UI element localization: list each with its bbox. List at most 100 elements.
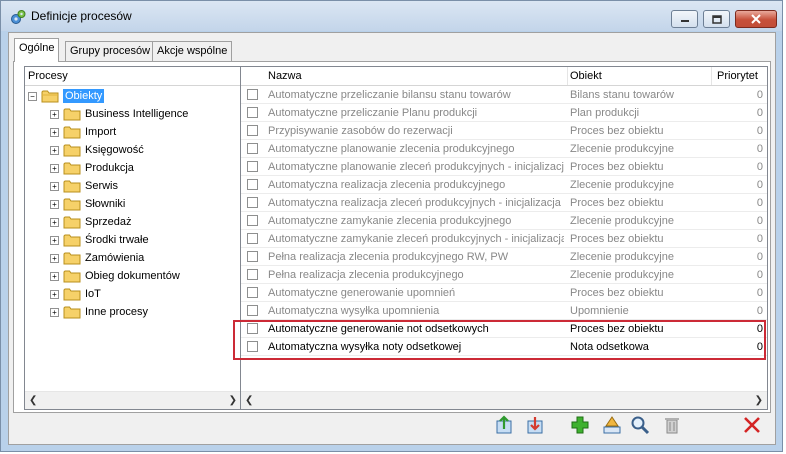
folder-icon — [63, 216, 81, 229]
tree-item-label: Środki trwałe — [85, 234, 149, 246]
close-button[interactable] — [740, 413, 764, 437]
table-row[interactable]: Automatyczne przeliczanie Planu produkcj… — [241, 104, 767, 122]
table-row[interactable]: Automatyczna wysyłka upomnienia Upomnieni… — [241, 302, 767, 320]
table-row[interactable]: Automatyczne generowanie upomnień Proces … — [241, 284, 767, 302]
window-title: Definicje procesów — [31, 9, 132, 23]
edit-button[interactable] — [600, 413, 624, 437]
expand-icon[interactable]: + — [50, 109, 59, 119]
row-checkbox[interactable] — [247, 179, 258, 190]
grid-horizontal-scrollbar[interactable]: ❮ ❯ — [241, 391, 767, 409]
column-header-object[interactable]: Obiekt — [570, 70, 602, 82]
cell-object: Zlecenie produkcyjne — [570, 179, 674, 191]
process-tree[interactable]: Procesy − Obiekty + Business Intelligenc… — [24, 66, 242, 410]
table-row[interactable]: Pełna realizacja zlecenia produkcyjnego Z… — [241, 266, 767, 284]
maximize-button[interactable] — [703, 10, 730, 28]
tab-common-actions[interactable]: Akcje wspólne — [152, 41, 233, 61]
tree-item-service[interactable]: + Serwis — [50, 177, 118, 195]
row-checkbox[interactable] — [247, 143, 258, 154]
row-checkbox[interactable] — [247, 197, 258, 208]
expand-icon[interactable]: + — [50, 163, 59, 173]
tree-item-sales[interactable]: + Sprzedaż — [50, 213, 131, 231]
row-checkbox[interactable] — [247, 233, 258, 244]
table-row[interactable]: Automatyczne zamykanie zlecenia produkcy… — [241, 212, 767, 230]
expand-icon[interactable]: + — [50, 307, 59, 317]
cell-priority: 0 — [756, 251, 763, 263]
row-checkbox[interactable] — [247, 269, 258, 280]
expand-icon[interactable]: + — [50, 271, 59, 281]
export-button[interactable] — [492, 413, 516, 437]
scroll-right-icon[interactable]: ❯ — [755, 395, 763, 406]
tab-process-groups[interactable]: Grupy procesów — [65, 41, 156, 61]
tree-item-fixed-assets[interactable]: + Środki trwałe — [50, 231, 149, 249]
add-button[interactable] — [568, 413, 592, 437]
expand-icon[interactable]: + — [50, 253, 59, 263]
table-row[interactable]: Pełna realizacja zlecenia produkcyjnego … — [241, 248, 767, 266]
tree-horizontal-scrollbar[interactable]: ❮ ❯ — [25, 391, 241, 409]
scroll-right-icon[interactable]: ❯ — [229, 395, 237, 406]
tree-item-accounting[interactable]: + Księgowość — [50, 141, 144, 159]
expand-icon[interactable]: + — [50, 289, 59, 299]
table-row[interactable]: Automatyczne przeliczanie bilansu stanu … — [241, 86, 767, 104]
collapse-icon[interactable]: − — [28, 91, 37, 101]
table-row[interactable]: Automatyczne planowanie zleceń produkcyj… — [241, 158, 767, 176]
cell-name: Automatyczne przeliczanie Planu produkcj… — [268, 107, 478, 119]
cell-name: Automatyczna realizacja zleceń produkcyj… — [268, 197, 561, 209]
row-checkbox[interactable] — [247, 215, 258, 226]
folder-icon — [63, 306, 81, 319]
expand-icon[interactable]: + — [50, 127, 59, 137]
tree-item-production[interactable]: + Produkcja — [50, 159, 134, 177]
table-row[interactable]: Automatyczna realizacja zlecenia produkc… — [241, 176, 767, 194]
cell-object: Proces bez obiektu — [570, 161, 664, 173]
tree-item-root[interactable]: − Obiekty — [28, 87, 105, 105]
table-row[interactable]: Automatyczna realizacja zleceń produkcyj… — [241, 194, 767, 212]
cell-name: Automatyczne zamykanie zlecenia produkcy… — [268, 215, 512, 227]
expand-icon[interactable]: + — [50, 217, 59, 227]
row-checkbox[interactable] — [247, 89, 258, 100]
folder-icon — [63, 270, 81, 283]
row-checkbox[interactable] — [247, 107, 258, 118]
tree-item-label: Produkcja — [85, 162, 134, 174]
expand-icon[interactable]: + — [50, 199, 59, 209]
tree-item-iot[interactable]: + IoT — [50, 285, 101, 303]
import-button[interactable] — [523, 413, 547, 437]
table-row[interactable]: Przypisywanie zasobów do rezerwacji Proce… — [241, 122, 767, 140]
column-header-priority[interactable]: Priorytet — [717, 70, 758, 82]
column-header-name[interactable]: Nazwa — [268, 70, 302, 82]
tree-item-other-processes[interactable]: + Inne procesy — [50, 303, 148, 321]
cell-name: Automatyczne generowanie upomnień — [268, 287, 456, 299]
close-icon — [744, 417, 760, 433]
row-checkbox[interactable] — [247, 125, 258, 136]
cell-name: Przypisywanie zasobów do rezerwacji — [268, 125, 453, 137]
import-icon — [527, 417, 543, 434]
expand-icon[interactable]: + — [50, 181, 59, 191]
tree-item-label: Księgowość — [85, 144, 144, 156]
table-row[interactable]: Automatyczne zamykanie zleceń produkcyjn… — [241, 230, 767, 248]
cell-priority: 0 — [756, 89, 763, 101]
tree-item-orders[interactable]: + Zamówienia — [50, 249, 144, 267]
folder-icon — [63, 198, 81, 211]
find-button[interactable] — [628, 413, 652, 437]
tab-general[interactable]: Ogólne — [14, 38, 60, 62]
tree-header-label: Procesy — [28, 70, 68, 82]
window-close-button[interactable] — [735, 10, 777, 28]
cell-name: Pełna realizacja zlecenia produkcyjnego … — [268, 251, 509, 263]
title-bar[interactable]: Definicje procesów — [1, 1, 782, 31]
cell-object: Proces bez obiektu — [570, 233, 664, 245]
row-checkbox[interactable] — [247, 251, 258, 262]
row-checkbox[interactable] — [247, 161, 258, 172]
tree-item-import[interactable]: + Import — [50, 123, 116, 141]
tree-item-business-intelligence[interactable]: + Business Intelligence — [50, 105, 188, 123]
row-checkbox[interactable] — [247, 287, 258, 298]
delete-button[interactable] — [660, 413, 684, 437]
table-row[interactable]: Automatyczne planowanie zlecenia produkc… — [241, 140, 767, 158]
expand-icon[interactable]: + — [50, 235, 59, 245]
cell-name: Automatyczne przeliczanie bilansu stanu … — [268, 89, 511, 101]
scroll-left-icon[interactable]: ❮ — [245, 395, 253, 406]
tree-item-dictionaries[interactable]: + Słowniki — [50, 195, 125, 213]
tree-item-document-flow[interactable]: + Obieg dokumentów — [50, 267, 180, 285]
expand-icon[interactable]: + — [50, 145, 59, 155]
scroll-left-icon[interactable]: ❮ — [29, 395, 37, 406]
minimize-button[interactable] — [671, 10, 698, 28]
row-checkbox[interactable] — [247, 305, 258, 316]
highlight-annotation — [233, 320, 766, 360]
